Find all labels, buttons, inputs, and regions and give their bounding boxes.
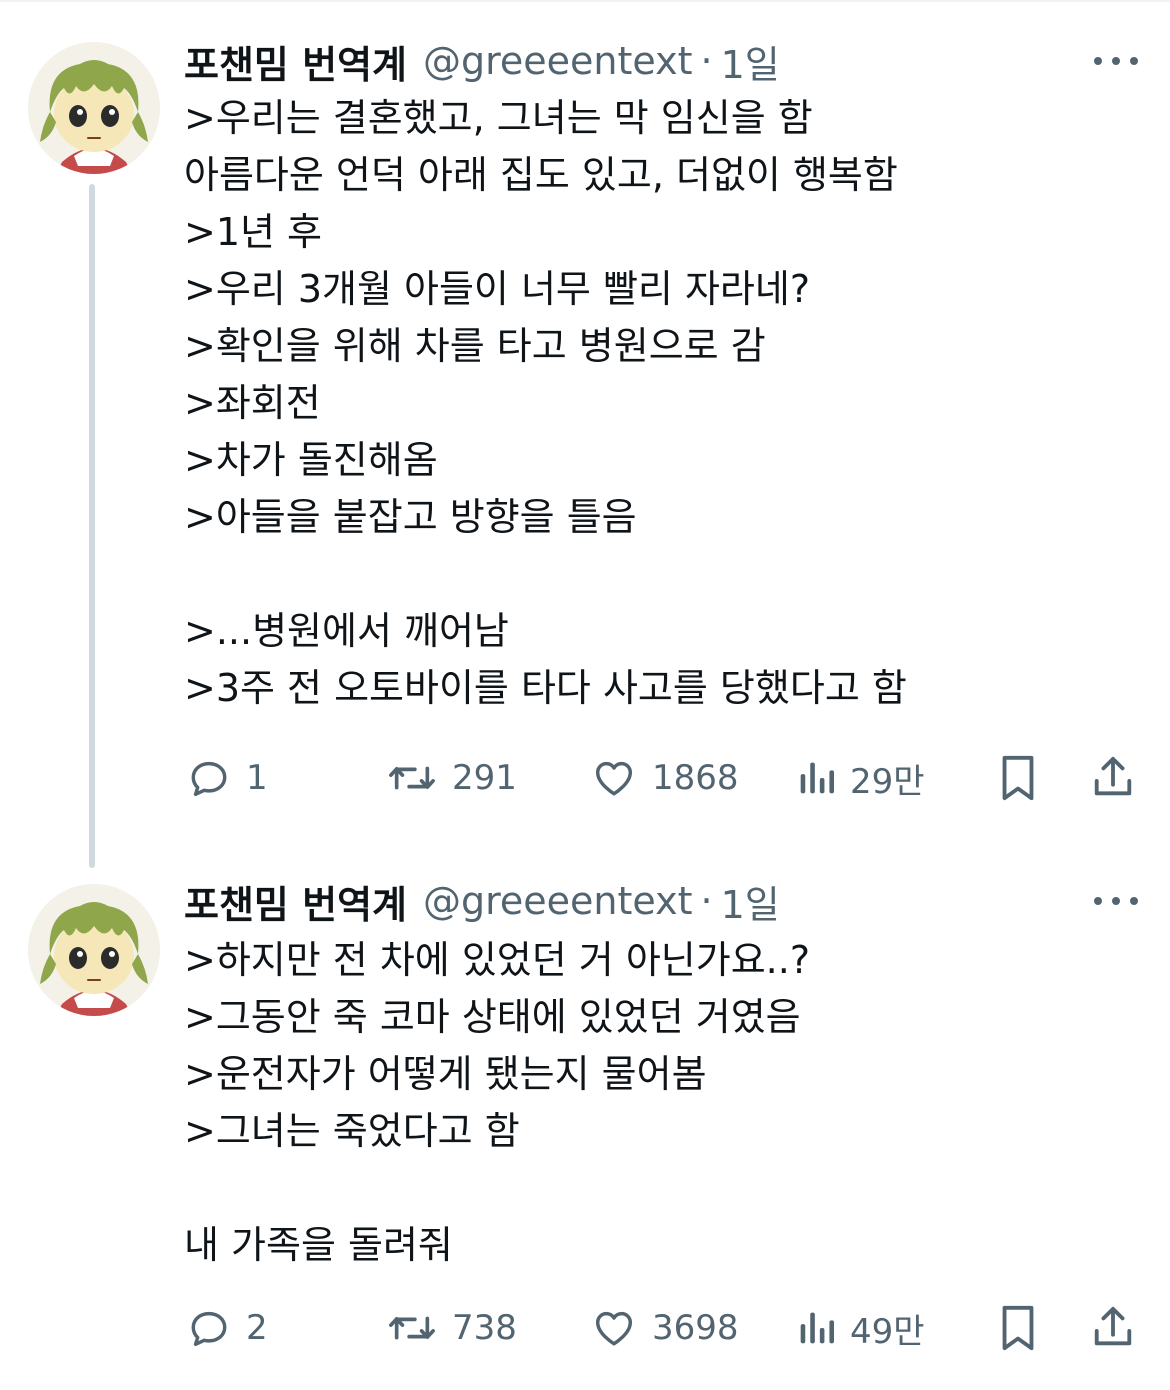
share-button[interactable]: [1090, 1298, 1136, 1358]
reply-icon: [191, 761, 227, 797]
share-icon: [1094, 1306, 1132, 1346]
display-name[interactable]: 포챈밈 번역계: [184, 34, 407, 89]
retweet-icon: [389, 1316, 435, 1340]
tweet-line: 내 가족을 돌려줘: [184, 1223, 453, 1267]
reply-button[interactable]: 1: [186, 748, 268, 808]
tweet-line: >하지만 전 차에 있었던 거 아닌가요..?: [184, 938, 811, 982]
tweet-line: >3주 전 오토바이를 타다 사고를 당했다고 함: [184, 666, 907, 710]
more-icon-dot: [1130, 57, 1138, 65]
reply-button[interactable]: 2: [186, 1298, 268, 1358]
retweet-button[interactable]: 738: [386, 1298, 517, 1358]
bookmark-icon: [1002, 755, 1034, 801]
views-button[interactable]: 29만: [796, 748, 925, 808]
views-icon: [800, 762, 835, 794]
views-button[interactable]: 49만: [796, 1298, 925, 1358]
tweet-line: >...병원에서 깨어남: [184, 609, 509, 653]
share-button[interactable]: [1090, 748, 1136, 808]
more-button[interactable]: [1094, 886, 1138, 916]
more-button[interactable]: [1094, 46, 1138, 76]
user-handle[interactable]: @greeeentext: [423, 39, 693, 83]
reply-count: 1: [246, 758, 268, 798]
avatar-illustration: [28, 884, 160, 1016]
separator-dot: ·: [700, 879, 713, 923]
tweet-text: >우리는 결혼했고, 그녀는 막 임신을 함 아름다운 언덕 아래 집도 있고,…: [184, 90, 1144, 717]
separator-dot: ·: [700, 39, 713, 83]
bookmark-button[interactable]: [996, 748, 1040, 808]
more-icon-dot: [1112, 57, 1120, 65]
like-button[interactable]: 1868: [590, 748, 739, 808]
action-bar: 2 738 3698 49만: [0, 1298, 1170, 1358]
share-icon: [1094, 756, 1132, 796]
tweet-header: 포챈밈 번역계 @greeeentext · 1일: [184, 34, 780, 89]
tweet-line: >운전자가 어떻게 됐는지 물어봄: [184, 1052, 707, 1096]
bookmark-button[interactable]: [996, 1298, 1040, 1358]
tweet-line: >1년 후: [184, 210, 323, 254]
retweet-button[interactable]: 291: [386, 748, 517, 808]
tweet-header: 포챈밈 번역계 @greeeentext · 1일: [184, 874, 780, 929]
avatar-illustration: [28, 42, 160, 174]
retweet-count: 291: [452, 758, 517, 798]
tweet-line: >우리 3개월 아들이 너무 빨리 자라네?: [184, 267, 811, 311]
action-bar: 1 291 1868 29만: [0, 748, 1170, 808]
more-icon-dot: [1130, 897, 1138, 905]
tweet-line: 아름다운 언덕 아래 집도 있고, 더없이 행복함: [184, 153, 898, 197]
heart-icon: [595, 1311, 633, 1346]
like-count: 3698: [652, 1308, 739, 1348]
avatar[interactable]: [28, 884, 160, 1016]
more-icon: [1094, 897, 1102, 905]
reply-icon: [191, 1311, 227, 1347]
bookmark-icon: [1002, 1305, 1034, 1351]
more-icon: [1094, 57, 1102, 65]
retweet-icon: [389, 766, 435, 790]
views-icon: [800, 1312, 835, 1344]
like-button[interactable]: 3698: [590, 1298, 739, 1358]
tweet[interactable]: 포챈밈 번역계 @greeeentext · 1일 >우리는 결혼했고, 그녀는…: [0, 0, 1170, 868]
tweet-line: >확인을 위해 차를 타고 병원으로 감: [184, 324, 766, 368]
more-icon-dot: [1112, 897, 1120, 905]
tweet-line: >아들을 붙잡고 방향을 틀음: [184, 495, 637, 539]
tweet-line: >그동안 죽 코마 상태에 있었던 거였음: [184, 995, 801, 1039]
reply-count: 2: [246, 1308, 268, 1348]
timestamp[interactable]: 1일: [721, 34, 780, 89]
views-count: 49만: [850, 1311, 925, 1352]
retweet-count: 738: [452, 1308, 517, 1348]
tweet-text: >하지만 전 차에 있었던 거 아닌가요..? >그동안 죽 코마 상태에 있었…: [184, 932, 1144, 1274]
views-count: 29만: [850, 761, 925, 802]
display-name[interactable]: 포챈밈 번역계: [184, 874, 407, 929]
user-handle[interactable]: @greeeentext: [423, 879, 693, 923]
tweet-line: >우리는 결혼했고, 그녀는 막 임신을 함: [184, 96, 813, 140]
like-count: 1868: [652, 758, 739, 798]
tweet[interactable]: 포챈밈 번역계 @greeeentext · 1일 >하지만 전 차에 있었던 …: [0, 860, 1170, 1390]
heart-icon: [595, 761, 633, 796]
avatar[interactable]: [28, 42, 160, 174]
tweet-line: >그녀는 죽었다고 함: [184, 1109, 520, 1153]
tweet-line: >좌회전: [184, 381, 321, 425]
tweet-line: >차가 돌진해옴: [184, 438, 438, 482]
timestamp[interactable]: 1일: [721, 874, 780, 929]
